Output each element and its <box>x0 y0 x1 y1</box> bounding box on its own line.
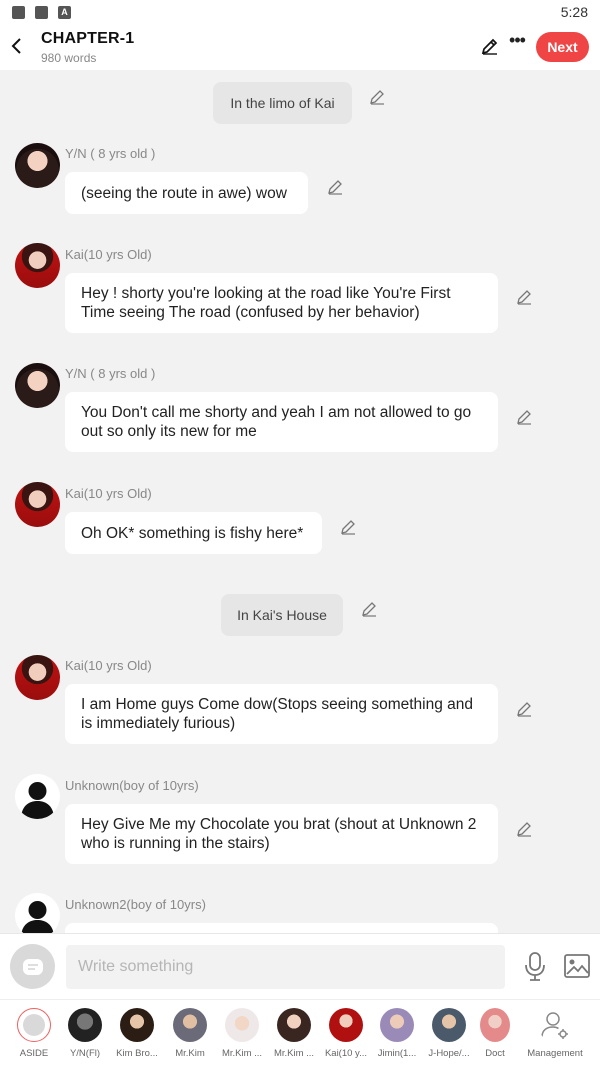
management-button[interactable]: Management <box>526 1008 584 1064</box>
composer <box>0 933 600 999</box>
more-icon: ••• <box>509 30 526 50</box>
message-text: Hey Give Me my Chocolate you brat (shout… <box>81 816 477 852</box>
character-label: Mr.Kim ... <box>221 1048 263 1059</box>
avatar <box>380 1008 414 1042</box>
status-bar: A 5:28 <box>0 0 600 24</box>
character-name: Unknown(boy of 10yrs) <box>65 778 199 793</box>
character-label: Mr.Kim <box>175 1048 205 1059</box>
aside-message[interactable]: In Kai's House <box>221 594 343 636</box>
character-label: Jimin(1... <box>377 1048 417 1059</box>
image-icon[interactable] <box>564 954 590 978</box>
avatar <box>17 1008 51 1042</box>
chapter-title[interactable]: CHAPTER-1 <box>41 30 134 48</box>
folder-icon <box>35 5 48 19</box>
character-item[interactable]: J-Hope/... <box>423 1008 475 1064</box>
character-name: Kai(10 yrs Old) <box>65 658 152 673</box>
character-item[interactable]: Jimin(1... <box>371 1008 423 1064</box>
silhouette-icon <box>21 782 54 819</box>
message-bubble[interactable]: Hey Give Me my Chocolate you brat (shout… <box>65 804 498 864</box>
gallery-icon <box>12 5 25 19</box>
character-item[interactable]: Kim Bro... <box>111 1008 163 1064</box>
character-bar: ASIDE Y/N(Fl) Kim Bro... Mr.Kim Mr.Kim .… <box>0 999 600 1067</box>
character-label: Kai(10 y... <box>324 1048 368 1059</box>
avatar <box>277 1008 311 1042</box>
aside-toggle-button[interactable] <box>10 944 55 989</box>
app-bar: CHAPTER-1 980 words ••• Next <box>0 24 600 70</box>
aside-text: In the limo of Kai <box>230 95 335 111</box>
avatar <box>538 1008 572 1042</box>
avatar[interactable] <box>15 893 60 933</box>
pencil-icon <box>481 38 498 55</box>
avatar <box>225 1008 259 1042</box>
character-label: J-Hope/... <box>428 1048 470 1059</box>
avatar <box>68 1008 102 1042</box>
character-name: Kai(10 yrs Old) <box>65 486 152 501</box>
character-item[interactable]: Y/N(Fl) <box>59 1008 111 1064</box>
character-name: Y/N ( 8 yrs old ) <box>65 146 156 161</box>
message-bubble[interactable]: I am Home guys Come dow(Stops seeing som… <box>65 684 498 744</box>
character-label: ASIDE <box>19 1048 49 1059</box>
silhouette-icon <box>21 901 54 933</box>
chat-area[interactable]: In the limo of Kai Y/N ( 8 yrs old ) (se… <box>0 70 600 933</box>
pencil-icon[interactable] <box>361 600 379 618</box>
avatar <box>173 1008 207 1042</box>
character-item[interactable]: Mr.Kim <box>164 1008 216 1064</box>
microphone-icon[interactable] <box>522 952 548 982</box>
character-item[interactable]: Doct <box>475 1008 515 1064</box>
avatar[interactable] <box>15 243 60 288</box>
character-name: Unknown2(boy of 10yrs) <box>65 897 206 912</box>
message-text: (seeing the route in awe) wow <box>81 184 287 202</box>
message-text: You Don't call me shorty and yeah I am n… <box>81 404 472 440</box>
avatar[interactable] <box>15 774 60 819</box>
character-label: Mr.Kim ... <box>273 1048 315 1059</box>
back-button[interactable] <box>6 30 28 62</box>
aside-icon <box>22 958 43 975</box>
message-text: Hey ! shorty you're looking at the road … <box>81 285 451 321</box>
character-name: Kai(10 yrs Old) <box>65 247 152 262</box>
pencil-icon[interactable] <box>516 408 534 426</box>
avatar <box>432 1008 466 1042</box>
character-item[interactable]: Mr.Kim ... <box>216 1008 268 1064</box>
pencil-icon[interactable] <box>369 88 387 106</box>
word-count: 980 words <box>41 51 97 65</box>
pencil-icon[interactable] <box>340 518 358 536</box>
avatar <box>329 1008 363 1042</box>
message-input[interactable] <box>66 945 505 989</box>
message-bubble[interactable]: Oh OK* something is fishy here* <box>65 512 322 554</box>
status-time: 5:28 <box>560 4 588 20</box>
pencil-icon[interactable] <box>516 288 534 306</box>
message-bubble[interactable]: You Don't call me shorty and yeah I am n… <box>65 392 498 452</box>
pencil-icon[interactable] <box>516 820 534 838</box>
user-settings-icon <box>541 1012 568 1039</box>
pencil-icon[interactable] <box>516 700 534 718</box>
edit-chapter-button[interactable] <box>480 36 500 56</box>
avatar[interactable] <box>15 363 60 408</box>
message-text: Oh OK* something is fishy here* <box>81 524 304 542</box>
avatar[interactable] <box>15 655 60 700</box>
character-label: Management <box>527 1048 583 1059</box>
avatar[interactable] <box>15 482 60 527</box>
avatar <box>480 1008 510 1042</box>
character-label: Doct <box>485 1048 505 1059</box>
more-options-button[interactable]: ••• <box>507 30 527 53</box>
character-aside[interactable]: ASIDE <box>8 1008 60 1064</box>
avatar[interactable] <box>15 143 60 188</box>
pencil-icon[interactable] <box>327 178 345 196</box>
aside-message[interactable]: In the limo of Kai <box>213 82 352 124</box>
chevron-left-icon <box>11 38 21 54</box>
character-label: Y/N(Fl) <box>69 1048 101 1059</box>
message-bubble[interactable]: Hey ! shorty you're looking at the road … <box>65 273 498 333</box>
character-item[interactable]: Kai(10 y... <box>320 1008 372 1064</box>
character-name: Y/N ( 8 yrs old ) <box>65 366 156 381</box>
message-bubble[interactable]: (seeing the route in awe) wow <box>65 172 308 214</box>
message-bubble[interactable] <box>65 923 498 933</box>
message-text: I am Home guys Come dow(Stops seeing som… <box>81 696 474 732</box>
character-label: Kim Bro... <box>116 1048 158 1059</box>
avatar <box>120 1008 154 1042</box>
next-button[interactable]: Next <box>536 32 589 62</box>
aside-text: In Kai's House <box>237 607 327 623</box>
character-item[interactable]: Mr.Kim ... <box>268 1008 320 1064</box>
app-a-icon: A <box>58 5 71 19</box>
